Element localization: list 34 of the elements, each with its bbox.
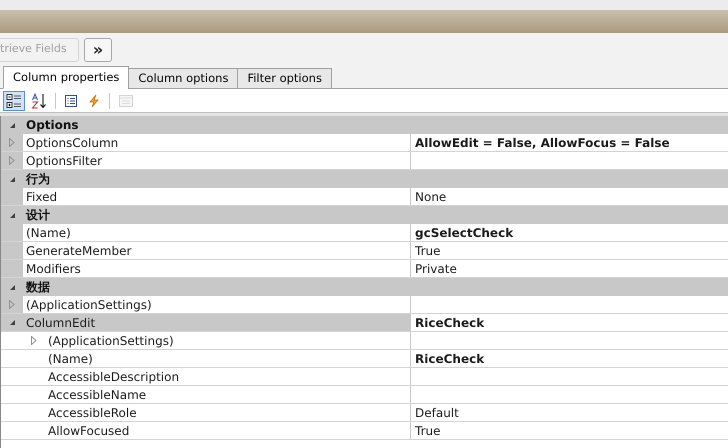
category-label: 行为 (24, 171, 50, 188)
tab[interactable]: Filter options (237, 68, 332, 89)
property-value[interactable]: None (415, 188, 446, 206)
property-name[interactable]: ColumnEdit (23, 314, 410, 331)
lightning-bolt-icon (87, 94, 101, 108)
collapse-triangle-icon[interactable] (8, 319, 16, 326)
category-row[interactable]: 数据 (1, 278, 728, 296)
categorized-view-icon (6, 92, 22, 108)
tab[interactable]: Column properties (3, 66, 130, 89)
property-value[interactable]: Private (415, 260, 457, 278)
property-value[interactable]: AllowEdit = False, AllowFocus = False (415, 134, 670, 152)
tab[interactable]: Column options (128, 68, 238, 89)
property-value[interactable]: True (415, 242, 440, 260)
category-label: 数据 (24, 279, 50, 296)
category-row[interactable]: 设计 (1, 206, 728, 224)
property-value[interactable]: RiceCheck (415, 314, 484, 332)
category-row[interactable]: Options (1, 116, 728, 134)
toolbar-toggle[interactable] (3, 90, 25, 110)
category-row[interactable]: 行为 (1, 170, 728, 188)
property-value[interactable]: Default (415, 404, 459, 422)
property-list-icon (64, 94, 78, 108)
category-label: Options (25, 117, 79, 134)
property-value[interactable]: gcSelectCheck (415, 224, 514, 242)
collapse-triangle-icon[interactable] (8, 284, 16, 290)
collapse-triangle-icon[interactable] (8, 122, 16, 128)
expand-triangle-icon[interactable] (31, 336, 37, 345)
more-button[interactable]: » (84, 38, 112, 62)
property-value[interactable]: RiceCheck (415, 350, 484, 368)
property-pages-icon (118, 94, 134, 108)
sort-alphabetical-icon (31, 92, 47, 108)
collapse-triangle-icon[interactable] (8, 212, 16, 218)
category-label: 设计 (24, 207, 50, 224)
collapse-triangle-icon[interactable] (8, 176, 16, 182)
property-value[interactable]: True (415, 422, 440, 440)
